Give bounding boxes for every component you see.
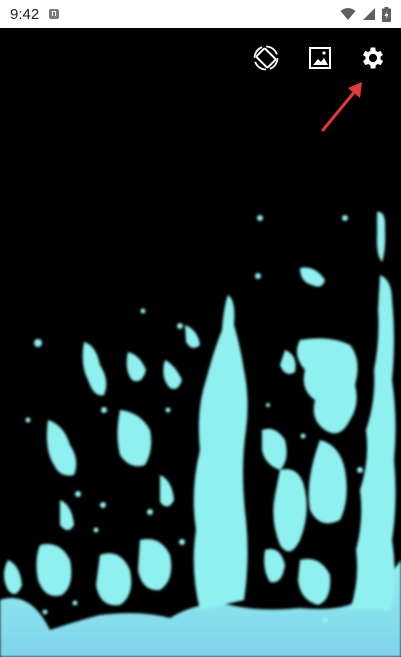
status-bar: 9:42: [0, 0, 401, 28]
status-time: 9:42: [10, 5, 40, 23]
app-notification-icon: [49, 9, 60, 19]
signal-icon: [363, 8, 375, 20]
wifi-icon: [340, 8, 356, 20]
settings-gear-icon: [362, 47, 384, 69]
settings-button[interactable]: [358, 43, 388, 73]
annotation-arrow: [321, 82, 362, 132]
status-icons: [340, 6, 391, 22]
wallpaper-image-button[interactable]: [305, 43, 335, 73]
screen-rotation-button[interactable]: [251, 43, 281, 73]
fluid-blobs: [0, 211, 401, 657]
battery-icon: [382, 6, 391, 22]
screen-rotation-icon: [253, 45, 279, 71]
wallpaper-image-icon: [309, 47, 331, 69]
